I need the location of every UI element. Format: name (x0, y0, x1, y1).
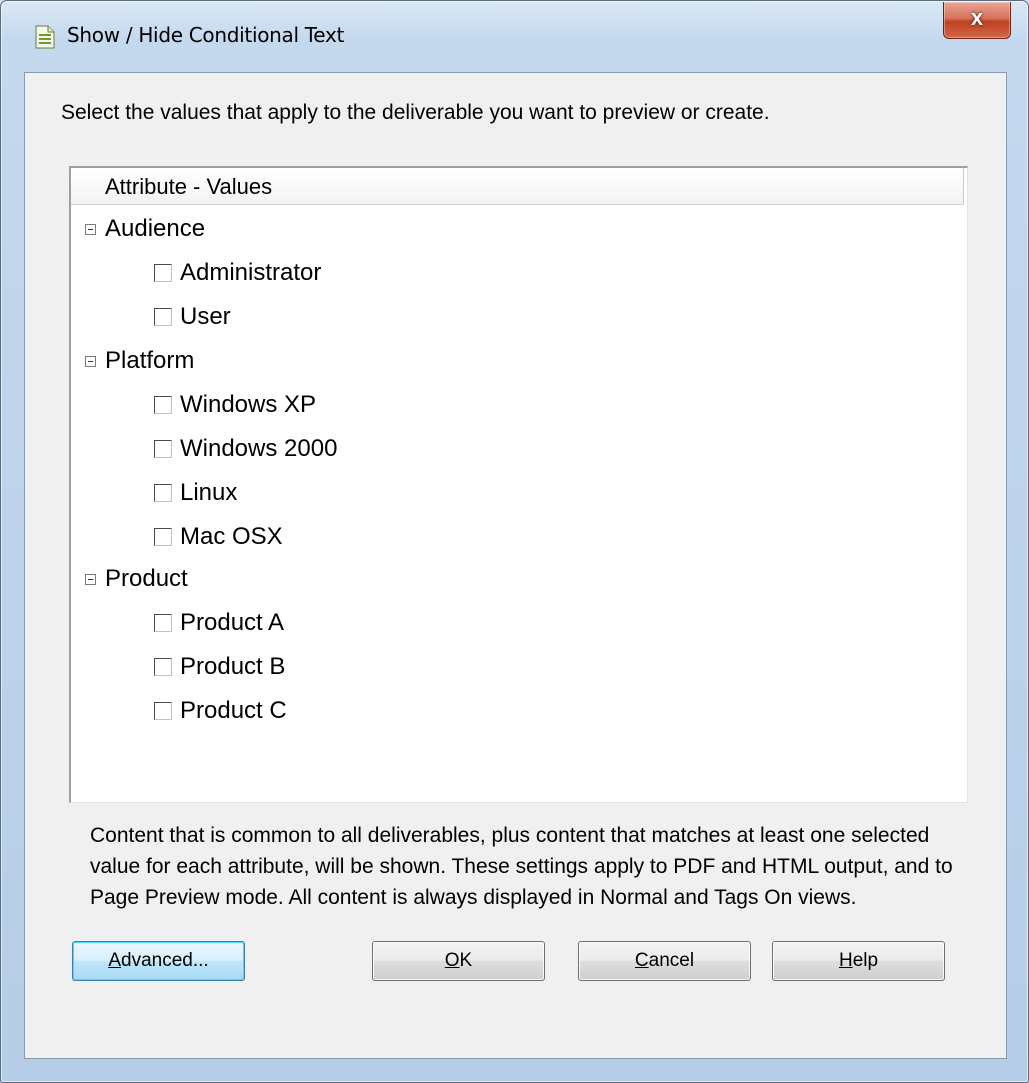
checkbox-windows-xp[interactable] (154, 396, 172, 414)
instruction-text: Select the values that apply to the deli… (61, 101, 770, 124)
close-button[interactable]: x (943, 2, 1011, 39)
tree-item-administrator[interactable]: Administrator (154, 251, 321, 295)
tree-item-product-c[interactable]: Product C (154, 689, 287, 733)
tree-item-label: User (180, 303, 231, 330)
ok-button[interactable]: OK (372, 941, 545, 981)
checkbox-linux[interactable] (154, 484, 172, 502)
advanced-label-rest: dvanced... (121, 950, 209, 971)
tree-item-windows-2000[interactable]: Windows 2000 (154, 427, 337, 471)
tree-group-product[interactable]: Product (85, 557, 188, 601)
checkbox-administrator[interactable] (154, 264, 172, 282)
tree-item-user[interactable]: User (154, 295, 231, 339)
checkbox-windows-2000[interactable] (154, 440, 172, 458)
tree-group-platform[interactable]: Platform (85, 339, 194, 383)
tree-column-header[interactable]: Attribute - Values (71, 168, 964, 205)
tree-item-label: Product A (180, 609, 285, 636)
dialog-window: Show / Hide Conditional Text x Select th… (0, 0, 1029, 1083)
tree-group-label: Audience (105, 215, 206, 242)
collapse-icon[interactable] (85, 355, 96, 367)
explanation-text: Content that is common to all deliverabl… (90, 824, 953, 909)
title-bar[interactable]: Show / Hide Conditional Text x (1, 1, 1028, 71)
tree-item-label: Administrator (180, 259, 322, 286)
checkbox-product-c[interactable] (154, 702, 172, 720)
cancel-mnemonic: C (634, 950, 649, 971)
cancel-label-rest: ancel (648, 950, 695, 971)
tree-item-label: Windows XP (180, 391, 317, 418)
cancel-button[interactable]: Cancel (578, 941, 751, 981)
help-button[interactable]: Help (772, 941, 945, 981)
checkbox-user[interactable] (154, 308, 172, 326)
advanced-mnemonic: A (108, 950, 121, 971)
tree-item-label: Mac OSX (180, 523, 283, 550)
tree-item-product-a[interactable]: Product A (154, 601, 284, 645)
tree-item-label: Product B (180, 653, 286, 680)
tree-item-windows-xp[interactable]: Windows XP (154, 383, 316, 427)
tree-item-mac-osx[interactable]: Mac OSX (154, 515, 283, 559)
tree-group-label: Product (105, 565, 188, 592)
dialog-client-area: Select the values that apply to the deli… (24, 72, 1007, 1059)
checkbox-product-b[interactable] (154, 658, 172, 676)
checkbox-mac-osx[interactable] (154, 528, 172, 546)
checkbox-product-a[interactable] (154, 614, 172, 632)
advanced-button[interactable]: Advanced... (72, 941, 245, 981)
tree-item-label: Windows 2000 (180, 435, 338, 462)
collapse-icon[interactable] (85, 223, 96, 235)
tree-item-label: Product C (180, 697, 287, 724)
help-mnemonic: H (838, 950, 853, 971)
ok-label-rest: K (459, 950, 473, 971)
tree-item-linux[interactable]: Linux (154, 471, 237, 515)
ok-mnemonic: O (444, 950, 460, 971)
window-title: Show / Hide Conditional Text (67, 23, 345, 47)
tree-group-label: Platform (105, 347, 195, 374)
tree-item-product-b[interactable]: Product B (154, 645, 285, 689)
tree-item-label: Linux (180, 479, 238, 506)
tree-group-audience[interactable]: Audience (85, 207, 205, 251)
document-icon (34, 25, 56, 49)
attribute-tree[interactable]: Attribute - Values Audience Administrato… (69, 166, 968, 803)
collapse-icon[interactable] (85, 573, 96, 585)
help-label-rest: elp (852, 950, 879, 971)
tree-column-header-label: Attribute - Values (105, 174, 273, 199)
close-icon: x (970, 5, 984, 30)
